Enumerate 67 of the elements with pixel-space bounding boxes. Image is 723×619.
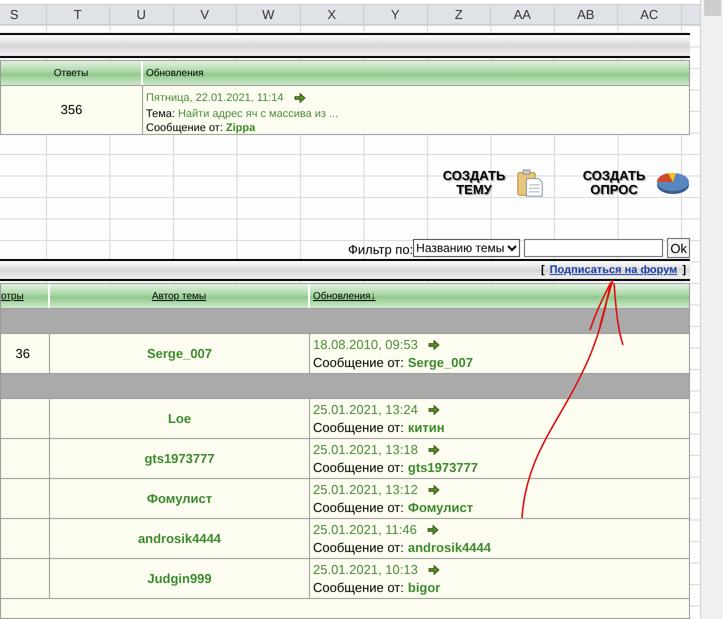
update-date: 25.01.2021, 11:46: [313, 521, 417, 539]
column-header[interactable]: AC: [618, 4, 682, 24]
update-date: 18.08.2010, 09:53: [313, 336, 418, 354]
arrow-right-icon[interactable]: [294, 93, 306, 103]
arrow-right-icon[interactable]: [428, 405, 440, 415]
column-header: Ответы: [1, 61, 143, 85]
column-header[interactable]: Z: [428, 4, 491, 24]
filter-input[interactable]: [524, 239, 664, 257]
reply-count: 356: [60, 101, 82, 120]
from-label: Сообщение от:: [313, 539, 404, 557]
author-link[interactable]: Judgin999: [147, 568, 212, 588]
arrow-right-icon[interactable]: [428, 445, 440, 455]
column-header[interactable]: X: [300, 4, 364, 24]
caret-icon: [507, 244, 518, 252]
filter-label: Фильтр по:: [348, 241, 414, 260]
author-link[interactable]: androsik4444: [138, 528, 222, 548]
author-link[interactable]: gts1973777: [144, 448, 215, 468]
column-header[interactable]: Обновления↓: [310, 284, 689, 308]
from-label: Сообщение от:: [146, 121, 223, 135]
filter-dropdown[interactable]: Названию темы: [413, 239, 520, 257]
arrow-right-icon[interactable]: [428, 340, 440, 350]
column-header[interactable]: AA: [491, 4, 554, 24]
author-link[interactable]: androsik4444: [408, 539, 491, 557]
author-link[interactable]: Фомулист: [408, 499, 474, 517]
subscribe-link[interactable]: Подписаться на форум: [550, 262, 678, 278]
column-header[interactable]: V: [174, 4, 237, 24]
from-label: Сообщение от:: [313, 579, 404, 597]
column-header[interactable]: S: [0, 4, 46, 24]
column-header[interactable]: W: [237, 4, 300, 24]
create-poll-button[interactable]: СОЗДАТЬ ОПРОС: [578, 165, 690, 201]
column-header[interactable]: Автор темы: [50, 284, 310, 308]
from-label: Сообщение от:: [313, 459, 404, 477]
column-header[interactable]: отры: [1, 284, 50, 308]
arrow-right-icon[interactable]: [428, 485, 440, 495]
create-topic-button[interactable]: СОЗДАТЬ ТЕМУ: [438, 165, 544, 201]
update-date: 25.01.2021, 13:12: [313, 481, 418, 499]
author-link[interactable]: Zippa: [226, 121, 256, 135]
author-link[interactable]: gts1973777: [408, 459, 478, 477]
ok-button[interactable]: Ok: [667, 238, 690, 258]
author-link[interactable]: Serge_007: [146, 344, 212, 364]
update-date: 25.01.2021, 13:24: [313, 401, 418, 419]
column-header[interactable]: U: [110, 4, 174, 24]
update-date: Пятница, 22.01.2021, 11:14: [146, 91, 284, 105]
from-label: Сообщение от:: [313, 419, 404, 437]
author-link[interactable]: Фомулист: [146, 488, 212, 508]
scrollbar[interactable]: [700, 0, 723, 619]
from-label: Сообщение от:: [313, 354, 404, 372]
pie-chart-icon: [656, 171, 690, 195]
update-date: 25.01.2021, 10:13: [313, 561, 418, 579]
author-link[interactable]: китин: [408, 419, 445, 437]
bracket: [: [540, 262, 545, 278]
topic-label: Тема:: [146, 107, 175, 121]
arrow-right-icon[interactable]: [428, 565, 440, 575]
author-link[interactable]: bigor: [408, 579, 440, 597]
bracket: ]: [682, 262, 686, 278]
column-header: Обновления: [143, 61, 689, 85]
author-link[interactable]: Serge_007: [408, 354, 473, 372]
clipboard-icon: [516, 167, 544, 199]
topic-link[interactable]: Найти адрес яч с массива из ...: [178, 107, 338, 121]
from-label: Сообщение от:: [313, 499, 404, 517]
column-header[interactable]: Y: [364, 4, 428, 24]
column-header[interactable]: T: [46, 4, 110, 24]
column-header[interactable]: AB: [554, 4, 618, 24]
update-date: 25.01.2021, 13:18: [313, 441, 418, 459]
reply-count: 36: [16, 344, 30, 363]
arrow-right-icon[interactable]: [426, 525, 439, 535]
author-link[interactable]: Loe: [168, 408, 192, 428]
